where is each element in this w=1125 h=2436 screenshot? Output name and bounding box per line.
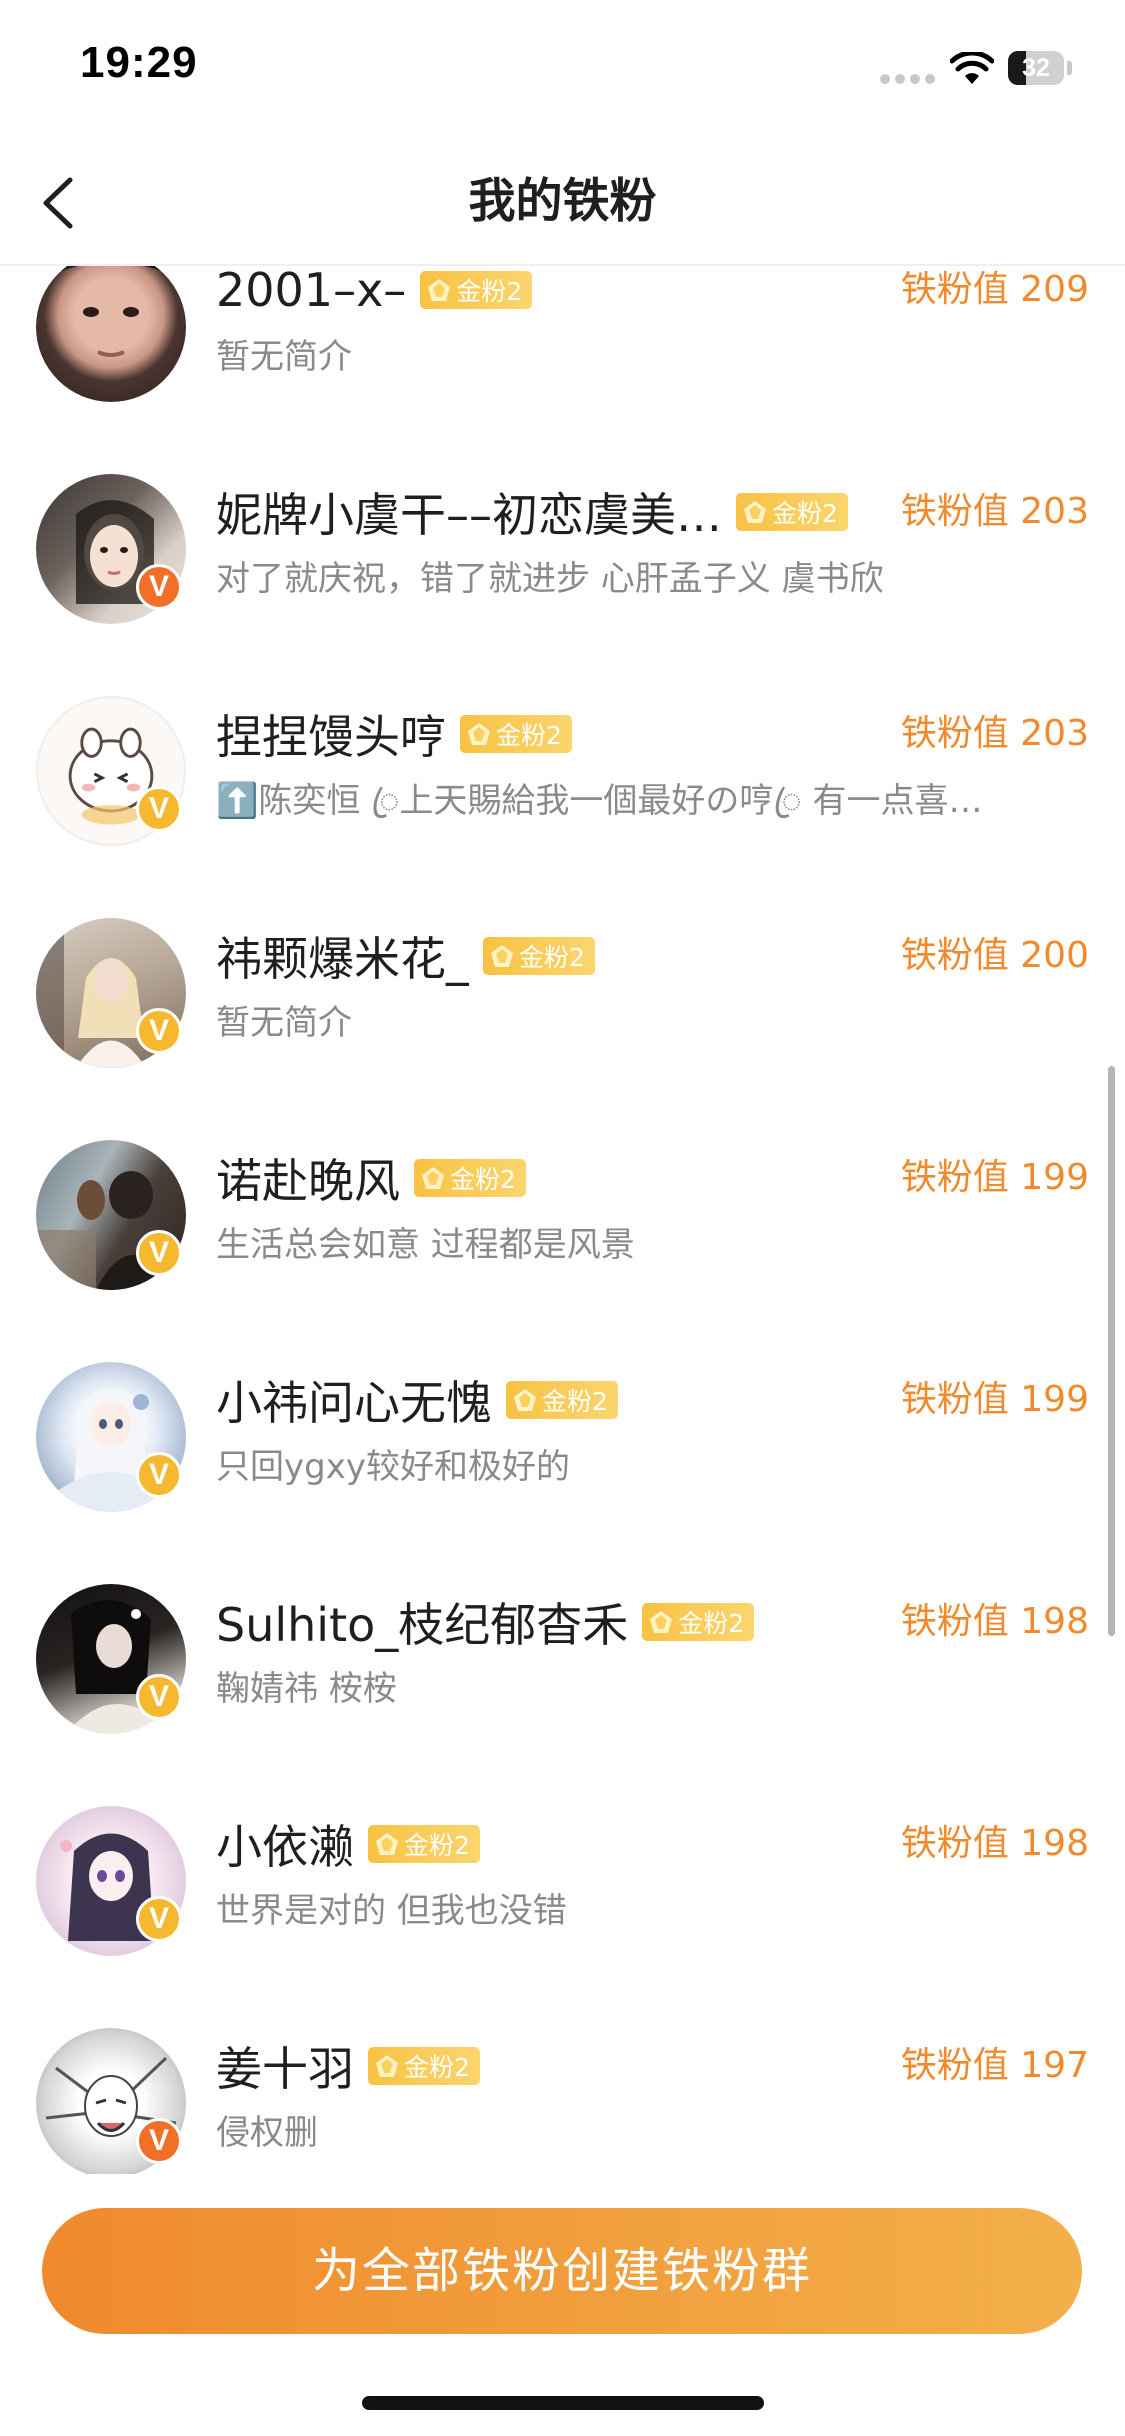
fan-name-line: 捏捏馒头哼 金粉2: [216, 702, 572, 766]
fan-bio: 对了就庆祝，错了就进步 心肝孟子义 虞书欣: [216, 559, 884, 599]
fan-level-label: 金粉2: [772, 499, 838, 528]
status-bar: 19:29 32: [0, 0, 1125, 140]
fan-level-badge: 金粉2: [368, 2047, 480, 2085]
verified-badge: V: [136, 1896, 182, 1942]
gem-icon: [650, 1611, 673, 1633]
gem-icon: [422, 1167, 444, 1189]
nav-bar: 我的铁粉: [0, 140, 1125, 266]
gem-icon: [376, 1833, 398, 1855]
fan-name-line: 姜十羽 金粉2: [216, 2034, 480, 2098]
home-indicator[interactable]: [362, 2396, 764, 2410]
fan-list-item[interactable]: V 诺赴晚风 金粉2 铁粉值 199 生活总会如意 过程都是风景: [0, 1103, 1125, 1325]
fan-name-line: 小依濑 金粉2: [216, 1812, 480, 1876]
fan-list-item[interactable]: V 祎颗爆米花_ 金粉2 铁粉值 200 暂无简介: [0, 881, 1125, 1103]
fan-list-viewport[interactable]: 2001–x– 金粉2 铁粉值 209 暂无简介 V 妮牌小虞干––初恋虞美… …: [0, 266, 1125, 2174]
fan-list-item[interactable]: V 姜十羽 金粉2 铁粉值 197 侵权删: [0, 1991, 1125, 2174]
gem-icon: [428, 279, 451, 301]
verified-badge: V: [136, 1452, 182, 1498]
verified-badge: V: [136, 786, 182, 832]
fan-level-label: 金粉2: [542, 1387, 608, 1416]
fan-bio: 暂无简介: [216, 1003, 352, 1043]
fan-value: 铁粉值 197: [900, 2045, 1089, 2086]
fan-name-line: 小祎问心无愧 金粉2: [216, 1368, 618, 1432]
fan-bio: 生活总会如意 过程都是风景: [216, 1225, 635, 1265]
fan-name-line: 妮牌小虞干––初恋虞美… 金粉2: [216, 480, 848, 544]
fan-bio: 只回ygxy较好和极好的: [216, 1447, 570, 1487]
fan-value: 铁粉值 200: [900, 935, 1089, 976]
verified-badge: V: [136, 564, 182, 610]
fan-name[interactable]: 姜十羽: [216, 2033, 354, 2099]
fan-list-item[interactable]: V 妮牌小虞干––初恋虞美… 金粉2 铁粉值 203 对了就庆祝，错了就进步 心…: [0, 437, 1125, 659]
fan-level-label: 金粉2: [456, 277, 523, 306]
fan-level-badge: 金粉2: [736, 493, 848, 531]
fan-bio: 侵权删: [216, 2113, 318, 2153]
verified-badge: V: [136, 1008, 182, 1054]
back-button[interactable]: [20, 162, 100, 242]
fan-list-item[interactable]: V Sulhito_枝纪郁杳禾 金粉2 铁粉值 198 鞠婧祎 桉桉: [0, 1547, 1125, 1769]
fan-level-label: 金粉2: [496, 721, 562, 750]
fan-value: 铁粉值 203: [900, 713, 1089, 754]
fan-level-badge: 金粉2: [460, 715, 572, 753]
fan-level-badge: 金粉2: [414, 1159, 526, 1197]
cellular-signal-icon: [880, 74, 936, 84]
fan-name[interactable]: Sulhito_枝纪郁杳禾: [216, 1589, 628, 1655]
status-time: 19:29: [80, 38, 198, 87]
fan-bio: 暂无简介: [216, 337, 352, 377]
fan-level-badge: 金粉2: [420, 271, 533, 309]
fan-level-badge: 金粉2: [483, 937, 595, 975]
fan-value: 铁粉值 199: [900, 1157, 1089, 1198]
fan-name[interactable]: 捏捏馒头哼: [216, 701, 446, 767]
fan-value: 铁粉值 203: [900, 491, 1089, 532]
gem-icon: [491, 945, 513, 967]
chevron-left-icon: [43, 177, 73, 229]
wifi-icon: [950, 52, 994, 84]
fan-name-line: 2001–x– 金粉2: [216, 266, 533, 322]
fan-level-badge: 金粉2: [368, 1825, 480, 1863]
gem-icon: [744, 501, 766, 523]
avatar-image: [36, 266, 186, 357]
battery-icon: 32: [1008, 51, 1064, 85]
fan-level-label: 金粉2: [404, 2053, 470, 2082]
fan-name[interactable]: 妮牌小虞干––初恋虞美…: [216, 479, 722, 545]
fan-list-item[interactable]: V 小祎问心无愧 金粉2 铁粉值 199 只回ygxy较好和极好的: [0, 1325, 1125, 1547]
fan-value: 铁粉值 198: [900, 1601, 1089, 1642]
fan-name[interactable]: 小依濑: [216, 1811, 354, 1877]
fan-level-label: 金粉2: [404, 1831, 470, 1860]
fan-name-line: Sulhito_枝纪郁杳禾 金粉2: [216, 1589, 755, 1655]
gem-icon: [514, 1389, 536, 1411]
fan-list-item[interactable]: 2001–x– 金粉2 铁粉值 209 暂无简介: [0, 266, 1125, 437]
fan-name[interactable]: 小祎问心无愧: [216, 1367, 492, 1433]
fan-list-item[interactable]: V 捏捏馒头哼 金粉2 铁粉值 203 ⬆️陈奕恒 ꦿ上天賜給我一個最好の哼ꦿ …: [0, 659, 1125, 881]
battery-cap: [1067, 61, 1072, 75]
fan-value: 铁粉值 199: [900, 1379, 1089, 1420]
avatar[interactable]: [36, 266, 186, 402]
fan-level-label: 金粉2: [450, 1165, 516, 1194]
fan-list-item[interactable]: V 小依濑 金粉2 铁粉值 198 世界是对的 但我也没错: [0, 1769, 1125, 1991]
fan-bio: 世界是对的 但我也没错: [216, 1891, 567, 1931]
fan-value: 铁粉值 198: [900, 1823, 1089, 1864]
create-fan-group-button[interactable]: 为全部铁粉创建铁粉群: [42, 2208, 1082, 2334]
fan-name[interactable]: 诺赴晚风: [216, 1145, 400, 1211]
fan-value: 铁粉值 209: [900, 269, 1089, 310]
fan-level-badge: 金粉2: [642, 1603, 755, 1641]
fan-level-label: 金粉2: [519, 943, 585, 972]
verified-badge: V: [136, 2118, 182, 2164]
fan-name-line: 诺赴晚风 金粉2: [216, 1146, 526, 1210]
fan-level-badge: 金粉2: [506, 1381, 618, 1419]
fan-name[interactable]: 2001–x–: [216, 266, 406, 317]
fan-name-line: 祎颗爆米花_ 金粉2: [216, 924, 595, 988]
fan-name[interactable]: 祎颗爆米花_: [216, 923, 469, 989]
fan-level-label: 金粉2: [678, 1609, 745, 1638]
gem-icon: [376, 2055, 398, 2077]
gem-icon: [468, 723, 490, 745]
page-title: 我的铁粉: [468, 174, 657, 229]
verified-badge: V: [136, 1674, 182, 1720]
scrollbar[interactable]: [1108, 1066, 1115, 1636]
fan-bio: 鞠婧祎 桉桉: [216, 1669, 397, 1709]
fan-bio: ⬆️陈奕恒 ꦿ上天賜給我一個最好の哼ꦿ 有一点喜…: [216, 781, 983, 821]
bottom-bar: 为全部铁粉创建铁粉群: [0, 2174, 1125, 2436]
verified-badge: V: [136, 1230, 182, 1276]
battery-percent: 32: [1022, 54, 1050, 82]
